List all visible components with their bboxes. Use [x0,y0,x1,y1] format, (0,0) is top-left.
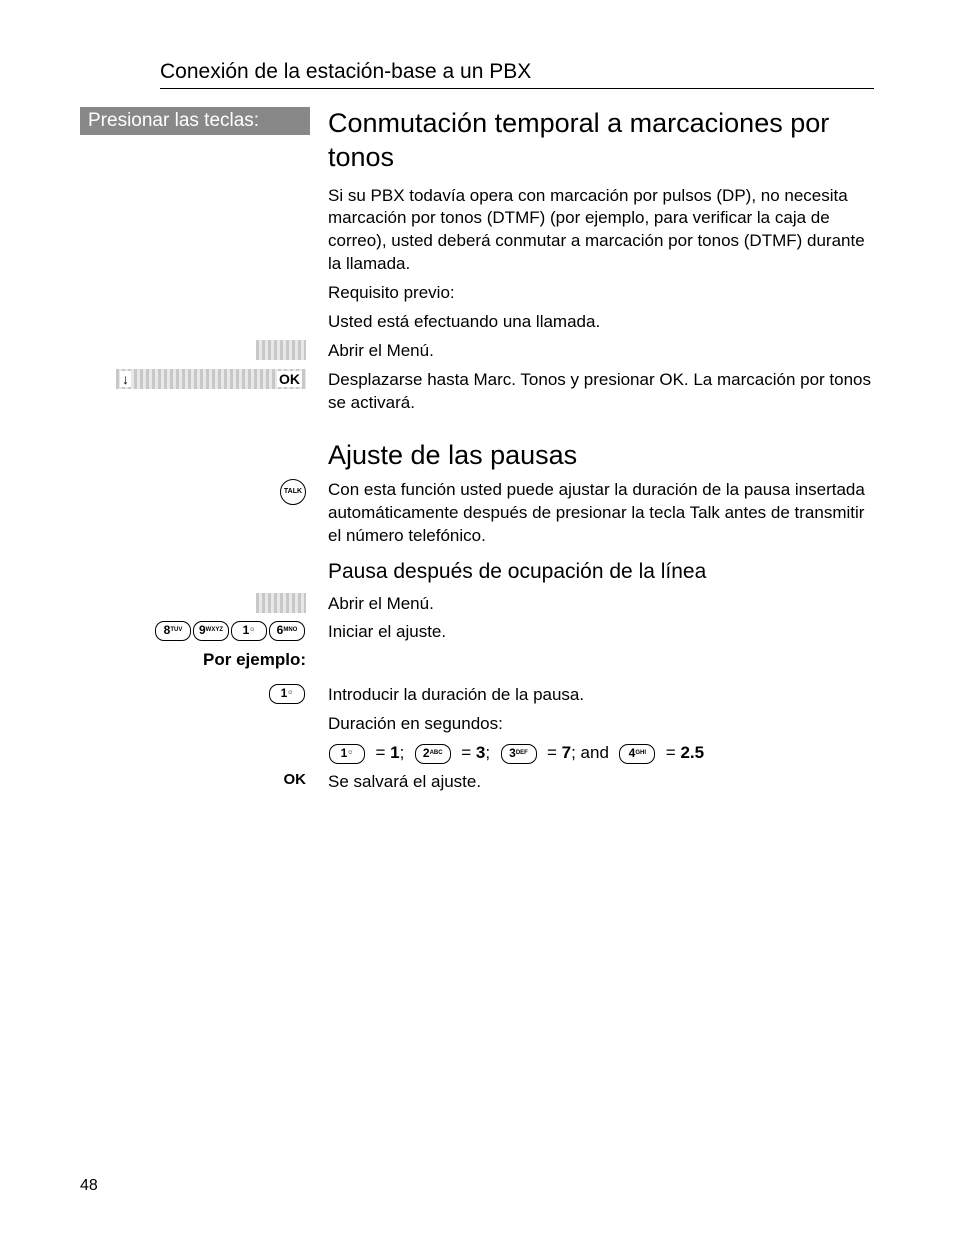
key-9: 9WXYZ [193,621,229,641]
softkey-bar: ↓ OK [116,369,306,389]
por-ejemplo-label: Por ejemplo: [203,650,306,669]
key-2-map: 2ABC [415,744,451,764]
key-1-example: 1☺ [269,684,305,704]
open-menu-text: Abrir el Menú. [328,340,874,363]
key-6: 6MNO [269,621,305,641]
page-number: 48 [80,1177,98,1195]
keys-column-header: Presionar las teclas: [80,107,310,135]
save-setting-text: Se salvará el ajuste. [328,771,874,794]
talk-desc: Con esta función usted puede ajustar la … [328,479,874,548]
ok-label: OK [284,771,307,788]
duration-label: Duración en segundos: [328,713,874,736]
scroll-ok-text: Desplazarse hasta Marc. Tonos y presiona… [328,369,874,415]
key-3-map: 3DEF [501,744,537,764]
section1-prereq: Usted está efectuando una llamada. [328,311,874,334]
init-setting-text: Iniciar el ajuste. [328,621,874,644]
section2-sub: Pausa después de ocupación de la línea [328,558,874,586]
key-4-map: 4GHI [619,744,655,764]
down-arrow-icon: ↓ [120,371,131,387]
running-header: Conexión de la estación-base a un PBX [160,60,874,89]
enter-duration-text: Introducir la duración de la pausa. [328,684,874,707]
duration-mapping: 1☺ = 1; 2ABC = 3; 3DEF = 7; and 4GHI = 2… [328,742,874,765]
section1-prereq-label: Requisito previo: [328,282,874,305]
open-menu-text-2: Abrir el Menú. [328,593,874,616]
section2-title: Ajuste de las pausas [328,437,874,473]
key-8: 8TUV [155,621,191,641]
ok-softkey-label: OK [277,371,302,387]
key-sequence-8916: 8TUV9WXYZ1☺6MNO [80,621,310,641]
menu-bar-icon-2 [256,593,306,613]
talk-key-icon: TALK [280,479,306,505]
menu-bar-icon [256,340,306,360]
key-1-map: 1☺ [329,744,365,764]
section1-title: Conmutación temporal a marcaciones por t… [328,107,874,175]
section1-intro: Si su PBX todavía opera con marcación po… [328,185,874,277]
key-1: 1☺ [231,621,267,641]
